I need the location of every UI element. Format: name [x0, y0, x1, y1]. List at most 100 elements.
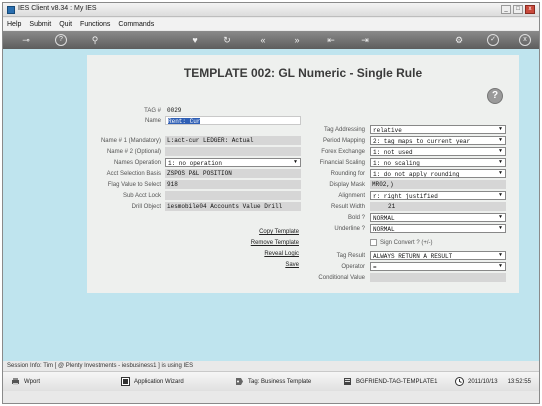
refresh-icon[interactable]: ↻: [221, 34, 233, 46]
content-area: TEMPLATE 002: GL Numeric - Single Rule ?…: [3, 49, 539, 361]
acct-basis-field[interactable]: ZSPOS P&L POSITION: [165, 169, 301, 178]
heart-icon[interactable]: ♥: [189, 34, 201, 46]
wizard-label: Application Wizard: [134, 378, 184, 385]
tag-result-label: Tag Result: [336, 253, 365, 259]
menu-help[interactable]: Help: [7, 21, 21, 28]
menu-bar: Help Submit Quit Functions Commands: [3, 18, 539, 30]
tag-template-label: Tag: Business Template: [248, 378, 312, 385]
rewind-icon[interactable]: «: [257, 34, 269, 46]
search-icon[interactable]: ⚲: [89, 34, 101, 46]
scaling-label: Financial Scaling: [319, 160, 365, 166]
tag-result-select[interactable]: ALWAYS RETURN A RESULT ▼: [370, 251, 506, 260]
last-icon[interactable]: ⇥: [359, 34, 371, 46]
template-panel: TEMPLATE 002: GL Numeric - Single Rule ?…: [87, 55, 519, 293]
tag-addressing-select[interactable]: relative ▼: [370, 125, 506, 134]
result-width-field[interactable]: 21: [370, 202, 506, 211]
time-label: 13:52:55: [507, 378, 531, 385]
period-mapping-select[interactable]: 2: tag maps to current year ▼: [370, 136, 506, 145]
reveal-logic-link[interactable]: Reveal Logic: [199, 251, 299, 257]
help-icon[interactable]: ?: [55, 34, 67, 46]
bgfriend-item[interactable]: BGFRIEND-TAG-TEMPLATE1: [343, 377, 437, 386]
bold-label: Bold ?: [347, 215, 365, 221]
minimize-button[interactable]: _: [501, 5, 511, 14]
operator-select[interactable]: = ▼: [370, 262, 506, 271]
chevron-down-icon: ▼: [498, 263, 502, 269]
tag-field: 0029: [167, 107, 182, 114]
period-mapping-label: Period Mapping: [322, 138, 365, 144]
operator-value: =: [373, 264, 377, 271]
window-title: IES Client v8.34 : My IES: [18, 5, 97, 12]
clock-icon: [455, 377, 464, 386]
conditional-value-label: Conditional Value: [318, 275, 365, 281]
key-icon[interactable]: ⊸: [17, 34, 35, 46]
menu-quit[interactable]: Quit: [59, 21, 72, 28]
chevron-down-icon: ▼: [498, 192, 502, 198]
remove-template-link[interactable]: Remove Template: [199, 240, 299, 246]
wizard-icon: [121, 377, 130, 386]
flag-field[interactable]: 918: [165, 180, 301, 189]
session-status: Session Info: Tim [ @ Plenty Investments…: [3, 361, 539, 371]
tag-label: TAG #: [144, 108, 161, 114]
save-link[interactable]: Save: [199, 262, 299, 268]
conditional-value-field[interactable]: [370, 273, 506, 282]
menu-submit[interactable]: Submit: [29, 21, 51, 28]
check-icon[interactable]: ✓: [487, 34, 499, 46]
tag-result-value: ALWAYS RETURN A RESULT: [373, 253, 453, 260]
tag-icon: [235, 377, 244, 386]
date-label: 2011/10/13: [468, 378, 498, 385]
wport-item[interactable]: Wport: [11, 377, 40, 386]
chevron-down-icon: ▼: [498, 126, 502, 132]
name-input[interactable]: Rent: Cur: [165, 116, 301, 125]
forex-label: Forex Exchange: [321, 149, 365, 155]
help-circle-icon[interactable]: ?: [487, 88, 503, 104]
result-width-label: Result Width: [330, 204, 365, 210]
tag-template-item[interactable]: Tag: Business Template: [235, 377, 311, 386]
close-window-button[interactable]: x: [525, 5, 535, 14]
name2-field[interactable]: [165, 147, 301, 156]
copy-template-link[interactable]: Copy Template: [199, 229, 299, 235]
chevron-down-icon: ▼: [498, 137, 502, 143]
rounding-select[interactable]: 1: do not apply rounding ▼: [370, 169, 506, 178]
rounding-value: 1: do not apply rounding: [373, 171, 460, 178]
forex-value: 1: not used: [373, 149, 413, 156]
document-icon: [343, 377, 352, 386]
menu-functions[interactable]: Functions: [80, 21, 110, 28]
bold-value: NORMAL: [373, 215, 395, 222]
names-op-select[interactable]: 1: no operation ▼: [165, 158, 301, 167]
chevron-down-icon: ▼: [498, 148, 502, 154]
sign-convert-checkbox[interactable]: [370, 239, 377, 246]
forex-select[interactable]: 1: not used ▼: [370, 147, 506, 156]
wizard-item[interactable]: Application Wizard: [121, 377, 184, 386]
name2-label: Name # 2 (Optional): [106, 149, 161, 155]
maximize-button[interactable]: □: [513, 5, 523, 14]
bold-select[interactable]: NORMAL ▼: [370, 213, 506, 222]
display-mask-field[interactable]: MR02,): [370, 180, 506, 189]
forward-icon[interactable]: »: [291, 34, 303, 46]
underline-label: Underline ?: [334, 226, 365, 232]
drill-field[interactable]: iesmobile04 Accounts Value Drill: [165, 202, 301, 211]
settings-icon[interactable]: ⚙: [453, 34, 465, 46]
page-title: TEMPLATE 002: GL Numeric - Single Rule: [183, 66, 423, 80]
name1-field[interactable]: L:act-cur LEDGER: Actual: [165, 136, 301, 145]
scaling-select[interactable]: 1: no scaling ▼: [370, 158, 506, 167]
printer-icon: [11, 377, 20, 386]
chevron-down-icon: ▼: [498, 225, 502, 231]
underline-value: NORMAL: [373, 226, 395, 233]
sub-acct-field[interactable]: [165, 191, 301, 200]
sign-convert-label: Sign Convert ? (+/-): [380, 240, 433, 246]
datetime-item: 2011/10/13 13:52:55: [455, 377, 531, 386]
close-icon[interactable]: x: [519, 34, 531, 46]
wport-label: Wport: [24, 378, 41, 385]
tag-addressing-value: relative: [373, 127, 402, 134]
underline-select[interactable]: NORMAL ▼: [370, 224, 506, 233]
toolbar: ⊸ ? ⚲ ♥ ↻ « » ⇤ ⇥ ⚙ ✓ x: [3, 31, 539, 49]
first-icon[interactable]: ⇤: [325, 34, 337, 46]
alignment-value: r: right justified: [373, 193, 438, 200]
title-bar: IES Client v8.34 : My IES _ □ x: [3, 3, 539, 17]
alignment-select[interactable]: r: right justified ▼: [370, 191, 506, 200]
tag-addressing-label: Tag Addressing: [323, 127, 365, 133]
menu-commands[interactable]: Commands: [118, 21, 154, 28]
period-mapping-value: 2: tag maps to current year: [373, 138, 471, 145]
names-op-value: 1: no operation: [168, 160, 223, 167]
rounding-label: Rounding for: [330, 171, 365, 177]
